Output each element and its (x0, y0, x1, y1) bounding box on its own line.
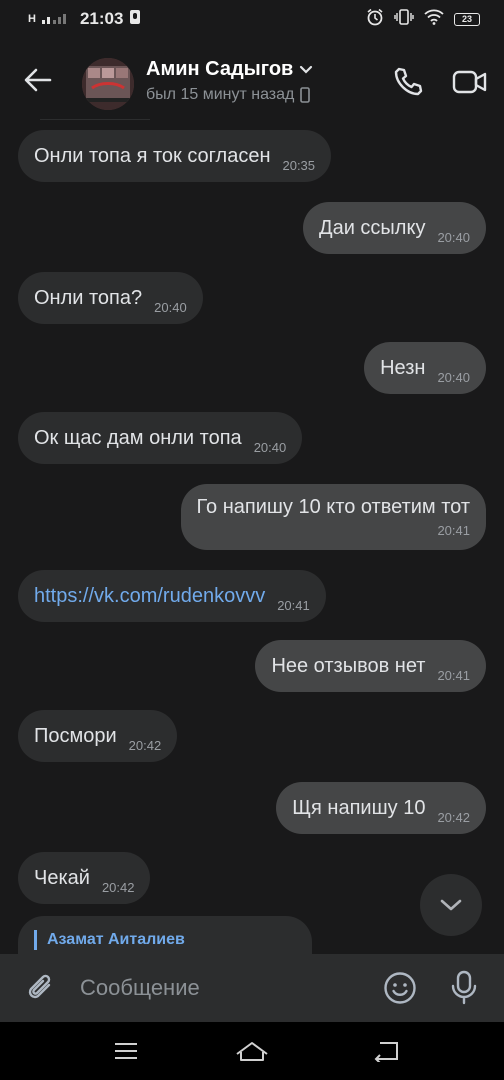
peer-status: был 15 минут назад (146, 86, 295, 103)
message-bubble[interactable]: Нее отзывов нет 20:41 (255, 640, 486, 692)
message-bubble[interactable]: Онли топа? 20:40 (18, 272, 203, 324)
message-time: 20:41 (437, 667, 470, 683)
status-bar: H 21:03 23 (0, 0, 504, 38)
peer-name: Амин Садыгов (146, 58, 294, 80)
message-input[interactable] (80, 968, 360, 1008)
message-time: 20:41 (277, 597, 310, 613)
message-text: Посмори (34, 724, 117, 747)
call-button[interactable] (388, 62, 428, 102)
home-button[interactable] (232, 1036, 272, 1066)
arrow-left-icon (24, 68, 52, 92)
system-navigation-bar (0, 1022, 504, 1080)
chat-screen: H 21:03 23 Амин Садыгов был 15 минут наз… (0, 0, 504, 1080)
message-text: Щя напишу 10 (292, 796, 426, 819)
message-text: Незн (380, 356, 426, 379)
message-bubble[interactable]: https://vk.com/rudenkovvv 20:41 (18, 570, 326, 622)
message-text: Даи ссылку (319, 216, 426, 239)
chevron-down-icon (440, 899, 462, 911)
message-time: 20:40 (437, 229, 470, 245)
paperclip-icon (28, 974, 51, 999)
message-time: 20:42 (128, 737, 162, 753)
message-text: Нее отзывов нет (271, 654, 426, 677)
mobile-device-icon (300, 87, 311, 103)
smile-icon (384, 972, 416, 1004)
message-bubble[interactable]: Щя напишу 10 20:42 (276, 782, 486, 834)
recent-apps-button[interactable] (106, 1036, 146, 1066)
signal-icon (41, 9, 70, 29)
message-text: Ок щас дам онли топа (34, 426, 242, 449)
menu-icon (115, 1043, 137, 1059)
wifi-icon (424, 9, 444, 30)
partial-message-bubble[interactable]: Азамат Аиталиев (18, 916, 312, 954)
chevron-down-icon (300, 65, 313, 74)
emoji-button[interactable] (382, 970, 418, 1006)
message-time: 20:42 (101, 879, 135, 895)
chat-header: Амин Садыгов был 15 минут назад (0, 38, 504, 118)
message-time: 20:35 (282, 157, 316, 173)
back-button[interactable] (20, 62, 56, 98)
message-text: Онли топа? (34, 286, 143, 309)
message-time: 20:40 (253, 439, 287, 455)
message-bubble[interactable]: Даи ссылку 20:40 (303, 202, 486, 254)
network-type: H (28, 13, 36, 25)
message-bubble[interactable]: Ок щас дам онли топа 20:40 (18, 412, 303, 464)
message-bubble[interactable]: Незн 20:40 (364, 342, 486, 394)
battery-indicator: 23 (454, 12, 480, 26)
message-time: 20:40 (437, 369, 470, 385)
message-text: Онли топа я ток согласен (34, 144, 271, 167)
message-bubble[interactable]: Посмори 20:42 (18, 710, 178, 762)
message-list[interactable]: Онли топа я ток согласен 20:35 Даи ссылк… (0, 118, 504, 954)
message-time: 20:41 (437, 523, 470, 538)
phone-icon (394, 67, 423, 96)
previous-message-edge (40, 118, 150, 120)
message-composer (0, 954, 504, 1022)
peer-info[interactable]: Амин Садыгов был 15 минут назад (146, 58, 313, 104)
message-text: Чекай (34, 866, 90, 889)
reply-author: Азамат Аиталиев (47, 931, 185, 948)
message-bubble[interactable]: Чекай 20:42 (18, 852, 151, 904)
video-call-button[interactable] (450, 62, 490, 102)
message-link[interactable]: https://vk.com/rudenkovvv (34, 585, 265, 608)
vibrate-icon (394, 8, 414, 30)
status-time: 21:03 (79, 9, 124, 28)
alarm-icon (366, 8, 384, 31)
video-camera-icon (452, 70, 487, 94)
home-icon (236, 1042, 268, 1061)
return-icon (374, 1042, 398, 1062)
notification-icon (129, 9, 141, 30)
message-time: 20:40 (154, 299, 187, 315)
message-time: 20:42 (437, 809, 470, 825)
message-bubble[interactable]: Го напишу 10 кто ответим тот 20:41 (180, 484, 486, 550)
message-bubble[interactable]: Онли топа я ток согласен 20:35 (18, 130, 332, 182)
avatar[interactable] (82, 58, 134, 110)
microphone-icon (451, 970, 477, 1005)
scroll-down-button[interactable] (420, 874, 482, 936)
reply-quote[interactable]: Азамат Аиталиев (34, 930, 296, 950)
message-text: Го напишу 10 кто ответим тот (196, 496, 470, 518)
voice-message-button[interactable] (446, 968, 482, 1008)
attach-button[interactable] (22, 968, 58, 1008)
back-nav-button[interactable] (366, 1036, 406, 1066)
